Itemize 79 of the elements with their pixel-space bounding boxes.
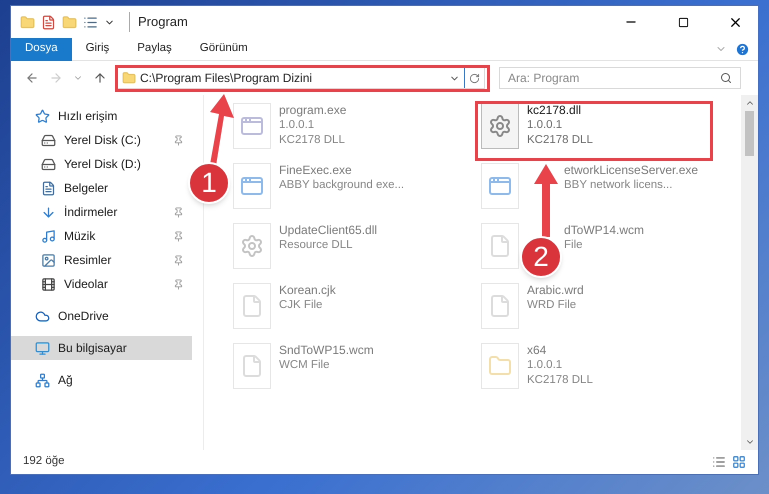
sidebar-item[interactable]: Videolar (11, 272, 192, 296)
document-icon (41, 180, 56, 196)
file-detail: WCM File (279, 358, 330, 373)
file-detail: 1.0.0.1 (527, 118, 564, 133)
file-name[interactable]: x64 (527, 343, 593, 358)
application-window-icon (240, 174, 264, 198)
file-thumbnail[interactable] (481, 103, 519, 149)
file-name[interactable]: SndToWP15.wcm (279, 343, 374, 358)
file-name[interactable]: Korean.cjk (279, 283, 336, 298)
download-arrow-icon (41, 204, 56, 220)
network-icon (35, 372, 50, 388)
scrollbar-thumb[interactable] (745, 111, 754, 156)
search-field[interactable]: Ara: Program (499, 67, 741, 89)
address-path: C:\Program Files\Program Dizini (140, 70, 312, 87)
drive-icon (41, 156, 56, 172)
file-detail: CJK File (279, 298, 324, 313)
file-detail: File (564, 238, 584, 253)
pin-icon (173, 206, 184, 218)
file-name[interactable]: dToWP14.wcm (564, 223, 644, 238)
ribbon-tab[interactable]: Paylaş (123, 38, 186, 60)
ribbon-tab[interactable]: Görünüm (186, 38, 262, 60)
folder-icon (488, 354, 512, 378)
pin-icon (173, 230, 184, 242)
file-detail: KC2178 DLL (527, 373, 593, 388)
sidebar-item[interactable]: Müzik (11, 224, 192, 248)
up-icon[interactable] (93, 71, 107, 85)
view-icon (83, 14, 98, 30)
blank-file-icon (240, 294, 264, 318)
maximize-icon (678, 16, 688, 28)
file-detail: 1.0.0.1 (527, 358, 564, 373)
drive-icon (41, 132, 56, 148)
search-icon (720, 72, 732, 84)
scrollbar[interactable] (741, 95, 758, 450)
ribbon-tab[interactable]: Giriş (72, 38, 124, 60)
film-icon (41, 276, 56, 292)
file-detail: Resource DLL (279, 238, 354, 253)
pin-icon (173, 254, 184, 266)
sidebar-item[interactable]: Resimler (11, 248, 192, 272)
back-icon[interactable] (25, 71, 39, 85)
sidebar-item[interactable]: Ağ (11, 368, 192, 392)
sidebar-item[interactable]: Yerel Disk (C:) (11, 128, 192, 152)
folder-icon (122, 71, 136, 85)
large-icons-view-icon[interactable] (732, 455, 746, 469)
file-detail: KC2178 DLL (527, 133, 593, 148)
file-detail: 1.0.0.1 (279, 118, 316, 133)
picture-icon (41, 252, 56, 268)
blank-file-icon (240, 354, 264, 378)
pin-icon (173, 134, 184, 146)
sidebar-item[interactable]: Hızlı erişim (11, 104, 192, 128)
file-name[interactable]: UpdateClient65.dll (279, 223, 378, 238)
folder-icon (20, 14, 35, 30)
address-field[interactable]: C:\Program Files\Program Dizini (117, 67, 485, 89)
details-view-icon[interactable] (712, 455, 726, 469)
file-detail: BBY network licens... (564, 178, 674, 193)
ribbon-tab[interactable]: Dosya (11, 38, 72, 60)
pin-icon (173, 278, 184, 290)
file-name[interactable]: FineExec.exe (279, 163, 404, 178)
file-name[interactable]: Arabic.wrd (527, 283, 584, 298)
forward-icon[interactable] (49, 71, 63, 85)
monitor-icon (35, 340, 50, 356)
sidebar-item[interactable]: OneDrive (11, 304, 192, 328)
item-count: 192 öğe (23, 454, 66, 470)
application-window-icon (488, 174, 512, 198)
star-icon (35, 108, 50, 124)
help-icon[interactable] (735, 42, 750, 56)
file-name[interactable]: program.exe (279, 103, 346, 118)
refresh-icon[interactable] (469, 72, 480, 84)
file-detail: WRD File (527, 298, 578, 313)
cloud-icon (35, 308, 50, 324)
file-detail: KC2178 DLL (279, 133, 346, 148)
blank-file-icon (488, 294, 512, 318)
file-name[interactable]: etworkLicenseServer.exe (564, 163, 698, 178)
file-detail: ABBY background exe... (279, 178, 404, 193)
music-note-icon (41, 228, 56, 244)
blank-file-icon (488, 234, 512, 258)
file-name[interactable]: kc2178.dll (527, 103, 593, 118)
search-input[interactable]: Ara: Program (508, 69, 720, 87)
sidebar-item[interactable]: Bu bilgisayar (11, 336, 192, 360)
window-title: Program (129, 12, 188, 32)
